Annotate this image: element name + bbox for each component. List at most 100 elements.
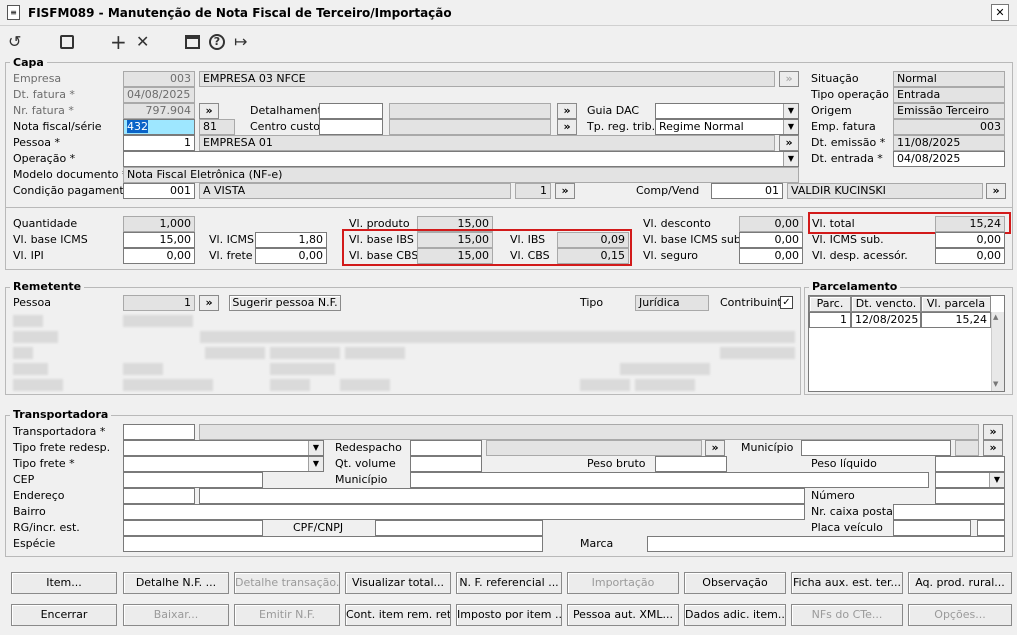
pessoa-aut-xml-button[interactable]: Pessoa aut. XML... — [567, 604, 679, 626]
chevron-down-icon[interactable]: ▼ — [308, 441, 323, 455]
baixar-button[interactable]: Baixar... — [123, 604, 229, 626]
municipio-redesp-field[interactable] — [801, 440, 951, 456]
tipo-frete-redesp-select[interactable]: ▼ — [123, 440, 324, 456]
chevron-down-icon[interactable]: ▼ — [783, 104, 798, 118]
redespacho-code[interactable] — [410, 440, 482, 456]
save-icon[interactable] — [60, 35, 74, 49]
emitir-nf-button[interactable]: Emitir N.F. — [234, 604, 340, 626]
uf-select[interactable]: ▼ — [935, 472, 1005, 488]
imposto-por-item-button[interactable]: Imposto por item ... — [456, 604, 562, 626]
vl-parcela-header[interactable]: Vl. parcela — [921, 296, 991, 312]
rg-field[interactable] — [123, 520, 263, 536]
empresa-code-field[interactable]: 003 — [123, 71, 195, 87]
base-icms-field[interactable]: 15,00 — [123, 232, 195, 248]
nr-fatura-field[interactable]: 797.904 — [123, 103, 195, 119]
parc-header[interactable]: Parc. — [809, 296, 851, 312]
endereco-field[interactable] — [199, 488, 805, 504]
help-icon[interactable]: ? — [209, 34, 225, 50]
serie-field[interactable]: 81 — [199, 119, 235, 135]
dt-vencto-header[interactable]: Dt. vencto. — [851, 296, 921, 312]
chevron-down-icon[interactable]: ▼ — [308, 457, 323, 471]
municipio-field[interactable] — [410, 472, 929, 488]
detalhamento-field[interactable] — [319, 103, 383, 119]
placa-field[interactable] — [893, 520, 971, 536]
icms-field[interactable]: 1,80 — [255, 232, 327, 248]
tp-reg-trib-select[interactable]: Regime Normal ▼ — [655, 119, 799, 135]
remetente-pessoa-field[interactable]: 1 — [123, 295, 195, 311]
redespacho-button[interactable]: » — [705, 440, 725, 456]
municipio-redesp-uf — [955, 440, 979, 456]
numero-field[interactable] — [935, 488, 1005, 504]
dt-entrada-field[interactable]: 04/08/2025 — [893, 151, 1005, 167]
peso-bruto-field[interactable] — [655, 456, 727, 472]
undo-icon[interactable]: ↺ — [8, 33, 21, 51]
chevron-down-icon[interactable]: ▼ — [783, 152, 798, 166]
delete-icon[interactable]: ✕ — [136, 33, 149, 51]
sugerir-pessoa-button[interactable]: Sugerir pessoa N.F. — [229, 295, 341, 311]
comp-vend-code[interactable]: 01 — [711, 183, 783, 199]
chevron-down-icon[interactable]: ▼ — [783, 120, 798, 134]
frete-field[interactable]: 0,00 — [255, 248, 327, 264]
base-icms-sub-field[interactable]: 0,00 — [739, 232, 803, 248]
endereco-tipo-field[interactable] — [123, 488, 195, 504]
scroll-down-icon[interactable]: ▼ — [993, 380, 998, 388]
exit-icon[interactable]: ↦ — [234, 33, 247, 51]
opcoes-button[interactable]: Opções... — [908, 604, 1012, 626]
nr-fatura-button[interactable]: » — [199, 103, 219, 119]
observacao-button[interactable]: Observação — [684, 572, 786, 594]
cont-item-rem-button[interactable]: Cont. item rem. ret... — [345, 604, 451, 626]
guia-dac-select[interactable]: ▼ — [655, 103, 799, 119]
seguro-field[interactable]: 0,00 — [739, 248, 803, 264]
contribuinte-checkbox[interactable]: ✓ — [780, 296, 793, 309]
condicao-code-field[interactable]: 001 — [123, 183, 195, 199]
remetente-pessoa-button[interactable]: » — [199, 295, 219, 311]
cpf-cnpj-field[interactable] — [375, 520, 543, 536]
centro-custo-field[interactable] — [319, 119, 383, 135]
importacao-button[interactable]: Importação — [567, 572, 679, 594]
scroll-up-icon[interactable]: ▲ — [993, 313, 998, 321]
detalhe-nf-button[interactable]: Detalhe N.F. ... — [123, 572, 229, 594]
visualizar-total-button[interactable]: Visualizar total... — [345, 572, 451, 594]
pessoa-search-button[interactable]: » — [779, 135, 799, 151]
desp-acessor-field[interactable]: 0,00 — [935, 248, 1005, 264]
item-button[interactable]: Item... — [11, 572, 117, 594]
comp-vend-button[interactable]: » — [986, 183, 1006, 199]
detalhe-transacao-button[interactable]: Detalhe transação... — [234, 572, 340, 594]
centro-custo-button[interactable]: » — [557, 119, 577, 135]
dt-fatura-field[interactable]: 04/08/2025 — [123, 87, 195, 103]
condicao-button[interactable]: » — [555, 183, 575, 199]
nfs-do-cte-button[interactable]: NFs do CTe... — [791, 604, 903, 626]
add-icon[interactable]: + — [110, 32, 127, 52]
marca-field[interactable] — [647, 536, 1005, 552]
transp-code-field[interactable] — [123, 424, 195, 440]
parc-cell[interactable]: 1 — [809, 312, 851, 328]
nf-referencial-button[interactable]: N. F. referencial ... — [456, 572, 562, 594]
ficha-aux-button[interactable]: Ficha aux. est. ter... — [791, 572, 903, 594]
detalhamento-button[interactable]: » — [557, 103, 577, 119]
close-icon[interactable]: ✕ — [991, 4, 1009, 21]
ipi-field[interactable]: 0,00 — [123, 248, 195, 264]
aq-prod-rural-button[interactable]: Aq. prod. rural... — [908, 572, 1012, 594]
municipio-redesp-button[interactable]: » — [983, 440, 1003, 456]
caixa-postal-field[interactable] — [893, 504, 1005, 520]
calendar-icon[interactable] — [185, 35, 200, 49]
pessoa-code-field[interactable]: 1 — [123, 135, 195, 151]
bairro-field[interactable] — [123, 504, 805, 520]
peso-liquido-field[interactable] — [935, 456, 1005, 472]
tipo-frete-select[interactable]: ▼ — [123, 456, 324, 472]
nota-fiscal-field[interactable]: 432 — [123, 119, 195, 135]
operacao-select[interactable]: ▼ — [123, 151, 799, 167]
vl-parcela-cell[interactable]: 15,24 — [921, 312, 991, 328]
cep-field[interactable] — [123, 472, 263, 488]
transp-button[interactable]: » — [983, 424, 1003, 440]
qt-volume-field[interactable] — [410, 456, 482, 472]
icms-sub-field[interactable]: 0,00 — [935, 232, 1005, 248]
cpf-cnpj-label: CPF/CNPJ — [293, 521, 344, 534]
dados-adic-item-button[interactable]: Dados adic. item... — [684, 604, 786, 626]
placa-uf-field[interactable] — [977, 520, 1005, 536]
chevron-down-icon[interactable]: ▼ — [989, 473, 1004, 487]
especie-field[interactable] — [123, 536, 543, 552]
dt-emissao-field[interactable]: 11/08/2025 — [893, 135, 1005, 151]
dt-vencto-cell[interactable]: 12/08/2025 — [851, 312, 921, 328]
encerrar-button[interactable]: Encerrar — [11, 604, 117, 626]
